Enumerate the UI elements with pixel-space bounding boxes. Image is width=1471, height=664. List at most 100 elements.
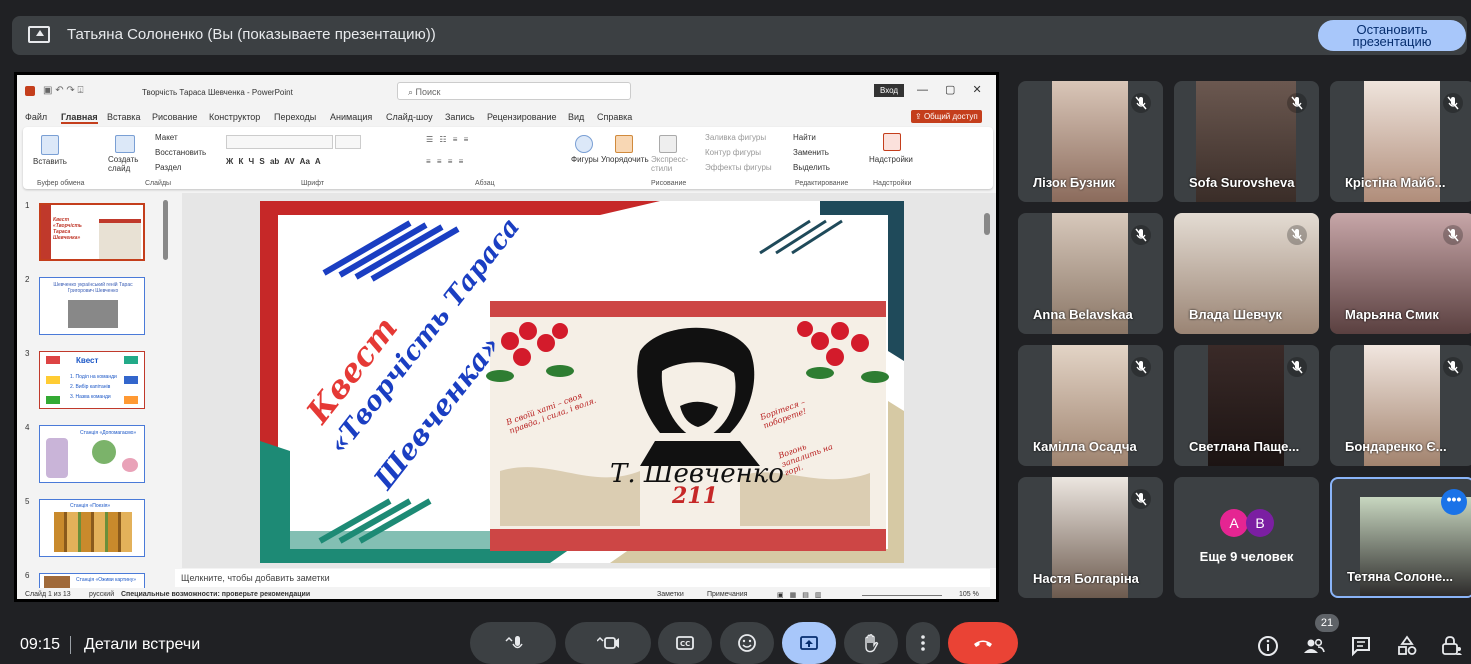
comments-toggle[interactable]: Примечания: [707, 591, 747, 598]
ribbon: Вставить Буфер обмена Создать слайд Маке…: [23, 127, 993, 189]
more-options-icon[interactable]: •••: [1441, 489, 1467, 515]
participant-tile[interactable]: Sofa Surovsheva: [1174, 81, 1319, 202]
search-input[interactable]: ⌕ Поиск: [397, 82, 631, 100]
participant-name: Влада Шевчук: [1189, 307, 1283, 322]
thumbnail-slide-1[interactable]: Квест «Творчість Тараса Шевченка»: [39, 203, 145, 261]
avatar: B: [1246, 509, 1274, 537]
participant-name: Настя Болгаріна: [1033, 571, 1139, 586]
thumbnail-slide-3[interactable]: Квест 1. Поділ на команди 2. Вибір капіт…: [39, 351, 145, 409]
thumbnails-scrollbar[interactable]: [163, 200, 168, 260]
shapes-icon: [1398, 635, 1417, 655]
arrange-icon: [615, 135, 633, 153]
stop-presentation-button[interactable]: Остановить презентацию: [1318, 20, 1466, 51]
participant-tile[interactable]: Влада Шевчук: [1174, 213, 1319, 334]
login-button[interactable]: Вход: [874, 84, 905, 97]
addins-icon: [883, 133, 901, 151]
muted-mic-icon: [1443, 93, 1463, 113]
slide-number-211: 211: [672, 483, 718, 509]
participant-tile[interactable]: Марьяна Смик: [1330, 213, 1471, 334]
muted-mic-icon: [1131, 225, 1151, 245]
participant-tile[interactable]: Anna Belavskaa: [1018, 213, 1163, 334]
participant-tile[interactable]: Лізок Бузник: [1018, 81, 1163, 202]
thumb-number: 2: [25, 275, 30, 284]
zoom-slider[interactable]: [862, 595, 942, 596]
select-button[interactable]: Выделить: [793, 163, 830, 172]
thumb-number: 1: [25, 201, 30, 210]
thumbnail-slide-2[interactable]: Шевченко український геній Тарас Григоро…: [39, 277, 145, 335]
slide-scrollbar[interactable]: [984, 213, 990, 235]
more-participants-tile[interactable]: A B Еще 9 человек: [1174, 477, 1319, 598]
shape-fill-button[interactable]: Заливка фигуры: [705, 133, 766, 142]
tab-help[interactable]: Справка: [597, 112, 632, 122]
muted-mic-icon: [1131, 93, 1151, 113]
self-view-tile[interactable]: ••• Тетяна Солоне...: [1330, 477, 1471, 598]
host-controls-button[interactable]: [1440, 634, 1466, 660]
tab-draw[interactable]: Рисование: [152, 112, 197, 122]
paste-button[interactable]: Вставить: [33, 157, 67, 166]
muted-mic-icon: [1287, 93, 1307, 113]
quick-access-icons[interactable]: ▣ ↶ ↷ ⍗: [43, 85, 84, 96]
more-vert-icon: [921, 635, 925, 651]
status-slide-count: Слайд 1 из 13: [25, 591, 71, 598]
current-slide[interactable]: Квест «Творчість Тараса Шевченка» Т. Шев…: [260, 201, 904, 563]
tab-view[interactable]: Вид: [568, 112, 584, 122]
align-buttons[interactable]: ≡ ≡ ≡ ≡: [426, 157, 465, 166]
view-buttons[interactable]: ▣▦▤▥: [777, 591, 827, 599]
muted-mic-icon: [1443, 225, 1463, 245]
meeting-details-button[interactable]: Детали встречи: [84, 636, 200, 654]
share-button[interactable]: ⇪ Общий доступ: [911, 110, 982, 123]
shape-outline-button[interactable]: Контур фигуры: [705, 148, 761, 157]
new-slide-button[interactable]: Создать слайд: [108, 155, 144, 173]
quick-styles-button[interactable]: Экспресс-стили: [651, 155, 689, 173]
tab-home[interactable]: Главная: [61, 112, 98, 124]
presentation-banner: Татьяна Солоненко (Вы (показываете презе…: [12, 16, 1467, 55]
tab-transitions[interactable]: Переходы: [274, 112, 316, 122]
reset-button[interactable]: Восстановить: [155, 148, 206, 157]
muted-mic-icon: [1131, 357, 1151, 377]
participant-tile[interactable]: Светлана Паще...: [1174, 345, 1319, 466]
participant-tile[interactable]: Бондаренко Є...: [1330, 345, 1471, 466]
participant-name: Sofa Surovsheva: [1189, 175, 1295, 190]
shapes-button[interactable]: Фигуры: [571, 155, 599, 164]
participant-name: Камілла Осадча: [1033, 439, 1137, 454]
list-buttons[interactable]: ☰ ☷ ≡ ≡: [426, 135, 470, 144]
status-accessibility[interactable]: Специальные возможности: проверьте реком…: [121, 591, 310, 598]
mic-icon: [505, 636, 523, 649]
participant-tile[interactable]: Крістіна Майб...: [1330, 81, 1471, 202]
group-addins: Надстройки: [873, 180, 912, 187]
tab-insert[interactable]: Вставка: [107, 112, 140, 122]
thumbnail-slide-4[interactable]: Станція «Допомагаємо»: [39, 425, 145, 483]
tab-slideshow[interactable]: Слайд-шоу: [386, 112, 433, 122]
arrange-button[interactable]: Упорядочить: [601, 155, 649, 164]
tab-animations[interactable]: Анимация: [330, 112, 372, 122]
addins-button[interactable]: Надстройки: [869, 155, 913, 164]
thumb-title: Квест: [76, 356, 99, 365]
thumbnail-slide-5[interactable]: Станція «Поезія»: [39, 499, 145, 557]
share-label: Общий доступ: [923, 112, 978, 121]
thumb-number: 3: [25, 349, 30, 358]
font-size-select[interactable]: [335, 135, 361, 149]
font-name-select[interactable]: [226, 135, 333, 149]
activities-button[interactable]: [1395, 634, 1421, 660]
participant-tile[interactable]: Камілла Осадча: [1018, 345, 1163, 466]
tab-file[interactable]: Файл: [25, 112, 47, 122]
notes-toggle[interactable]: Заметки: [657, 591, 684, 598]
group-clipboard: Буфер обмена: [37, 180, 85, 187]
participant-tile[interactable]: Настя Болгаріна: [1018, 477, 1163, 598]
find-button[interactable]: Найти: [793, 133, 816, 142]
window-controls[interactable]: — ▢ ✕: [917, 83, 982, 96]
layout-button[interactable]: Макет: [155, 133, 178, 142]
people-button[interactable]: [1302, 634, 1328, 660]
meeting-info-button[interactable]: [1256, 634, 1282, 660]
shape-effects-button[interactable]: Эффекты фигуры: [705, 163, 772, 172]
zoom-level[interactable]: 105 %: [959, 591, 979, 598]
muted-mic-icon: [1131, 489, 1151, 509]
section-button[interactable]: Раздел: [155, 163, 181, 172]
tab-review[interactable]: Рецензирование: [487, 112, 557, 122]
notes-pane[interactable]: Щелкните, чтобы добавить заметки: [175, 569, 990, 587]
tab-record[interactable]: Запись: [445, 112, 475, 122]
tab-design[interactable]: Конструктор: [209, 112, 260, 122]
replace-button[interactable]: Заменить: [793, 148, 829, 157]
font-format-buttons[interactable]: Ж К Ч S ab AV Aa A: [226, 157, 321, 166]
chat-button[interactable]: [1349, 634, 1375, 660]
